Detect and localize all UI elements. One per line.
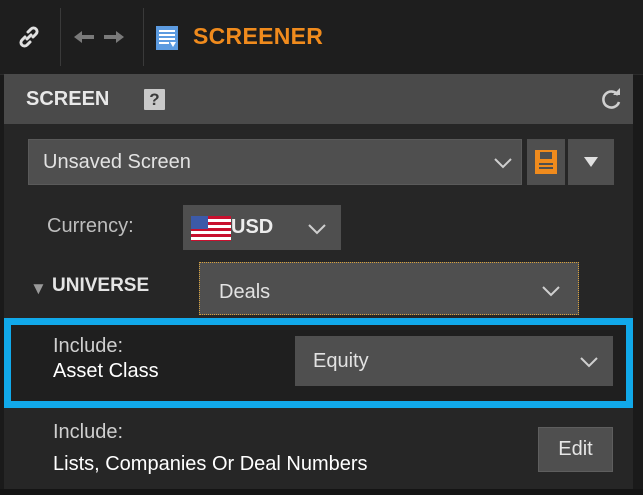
triangle-down-icon xyxy=(584,157,598,167)
universe-select-value: Deals xyxy=(219,281,271,303)
save-screen-button[interactable] xyxy=(527,139,565,185)
link-icon[interactable] xyxy=(14,22,44,52)
asset-class-include-label: Include: xyxy=(53,335,124,357)
screen-section-label: SCREEN xyxy=(26,88,110,110)
forward-arrow-icon[interactable] xyxy=(102,29,126,45)
us-flag-icon xyxy=(191,216,231,241)
chevron-down-icon xyxy=(308,224,326,235)
save-icon xyxy=(535,150,557,174)
app-title: SCREENER xyxy=(193,23,324,49)
asset-class-select-dropdown[interactable]: Equity xyxy=(295,336,613,386)
refresh-icon[interactable] xyxy=(598,86,624,112)
back-arrow-icon[interactable] xyxy=(72,29,96,45)
asset-class-label: Asset Class xyxy=(53,360,159,382)
chevron-down-icon xyxy=(542,286,560,297)
lists-include-label: Include: xyxy=(53,421,124,443)
titlebar-divider xyxy=(143,8,144,66)
universe-select-dropdown[interactable]: Deals xyxy=(199,262,579,315)
screen-select-dropdown[interactable]: Unsaved Screen xyxy=(28,139,522,185)
history-nav xyxy=(72,24,132,50)
titlebar-divider xyxy=(60,8,61,66)
lists-label: Lists, Companies Or Deal Numbers xyxy=(53,453,368,475)
bottom-border xyxy=(0,489,643,495)
help-icon[interactable]: ? xyxy=(144,89,165,110)
currency-select-dropdown[interactable]: USD xyxy=(183,205,341,250)
edit-lists-button[interactable]: Edit xyxy=(538,427,613,472)
chevron-down-icon xyxy=(580,357,598,368)
currency-label: Currency: xyxy=(47,215,134,237)
universe-label: UNIVERSE xyxy=(52,275,150,296)
currency-value: USD xyxy=(231,216,274,238)
screen-menu-button[interactable] xyxy=(568,139,614,185)
asset-class-select-value: Equity xyxy=(313,350,369,372)
title-bar: SCREENER xyxy=(0,0,643,75)
universe-collapse-toggle[interactable]: ▼ xyxy=(30,279,47,299)
chevron-down-icon xyxy=(494,158,512,169)
screen-header: SCREEN ? xyxy=(4,74,633,124)
screener-grid-icon xyxy=(156,26,178,50)
screen-select-value: Unsaved Screen xyxy=(43,151,191,173)
